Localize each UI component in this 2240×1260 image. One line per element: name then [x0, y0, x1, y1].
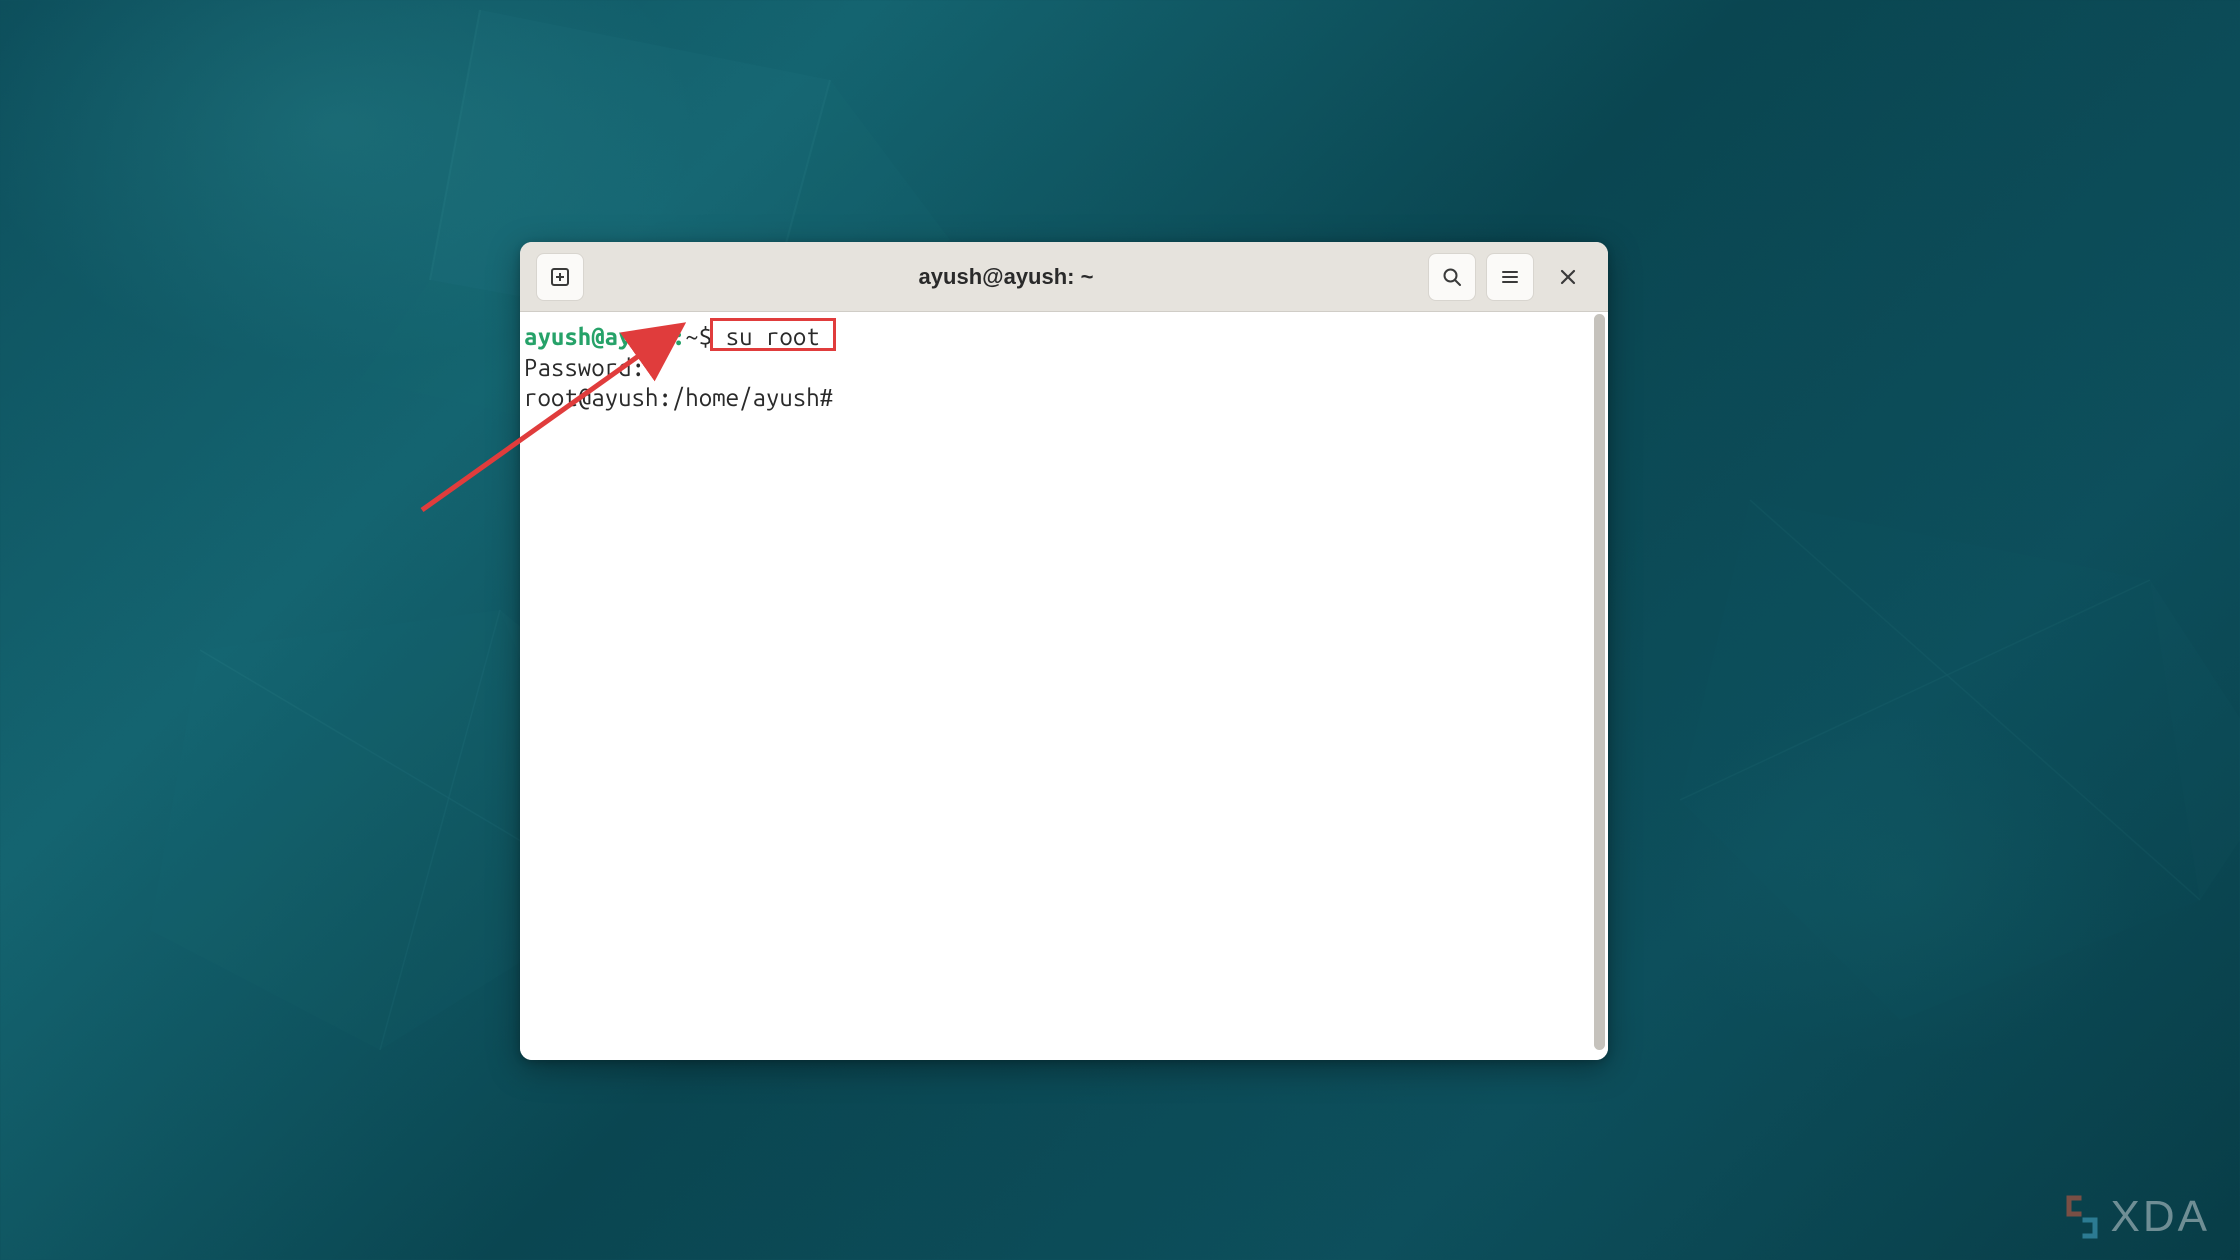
prompt-user-host: ayush@ayush	[524, 323, 672, 350]
search-button[interactable]	[1428, 253, 1476, 301]
menu-button[interactable]	[1486, 253, 1534, 301]
terminal-line-1: ayush@ayush:~$ su root	[524, 322, 1604, 353]
prompt-separator: :	[672, 323, 685, 350]
search-icon	[1440, 265, 1464, 289]
watermark: XDA	[2065, 1192, 2210, 1242]
command-input: su root	[726, 323, 820, 350]
window-title: ayush@ayush: ~	[594, 264, 1418, 290]
terminal-line-3: root@ayush:/home/ayush#	[524, 383, 1604, 414]
watermark-text: XDA	[2111, 1192, 2210, 1242]
new-tab-button[interactable]	[536, 253, 584, 301]
terminal-content[interactable]: ayush@ayush:~$ su root Password: root@ay…	[520, 312, 1608, 1060]
scrollbar-thumb[interactable]	[1594, 314, 1605, 1050]
prompt-path: ~	[685, 323, 698, 350]
titlebar[interactable]: ayush@ayush: ~	[520, 242, 1608, 312]
hamburger-menu-icon	[1498, 265, 1522, 289]
terminal-line-2: Password:	[524, 353, 1604, 384]
new-tab-icon	[548, 265, 572, 289]
watermark-logo-icon	[2065, 1195, 2099, 1239]
prompt-symbol: $	[699, 323, 712, 350]
close-button[interactable]	[1544, 253, 1592, 301]
close-icon	[1558, 267, 1578, 287]
wallpaper-geometry-3	[1600, 400, 2240, 1100]
terminal-window: ayush@ayush: ~	[520, 242, 1608, 1060]
